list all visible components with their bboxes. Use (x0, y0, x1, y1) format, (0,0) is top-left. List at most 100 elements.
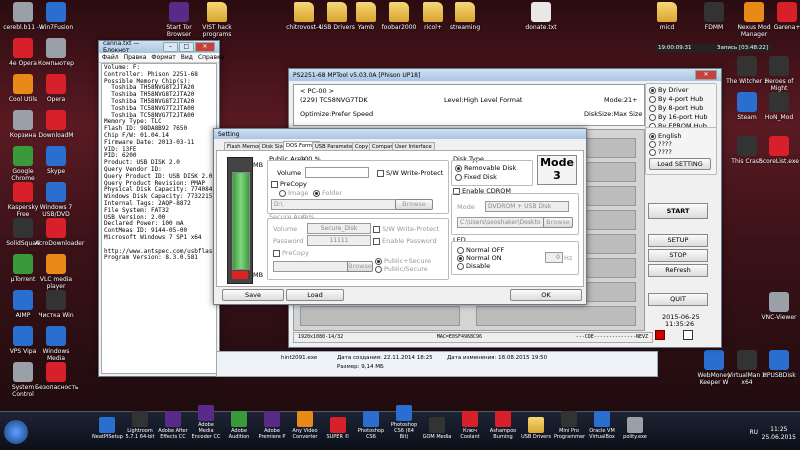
notepad-titlebar[interactable]: сanna.txt — Блокнот – □ ✕ (99, 40, 219, 54)
precopy-checkbox[interactable] (271, 180, 278, 188)
taskbar-app[interactable]: Lightroom 5.7.1 64-bit (125, 411, 155, 440)
desktop-icon[interactable]: Skype (35, 146, 77, 175)
led-normal-off-radio[interactable] (457, 246, 464, 254)
language-radio[interactable] (649, 140, 656, 148)
menu-item[interactable]: Вид (181, 53, 193, 62)
folder-radio[interactable] (313, 189, 320, 197)
desktop-icon[interactable]: Garena+ (766, 2, 800, 31)
secure-precopy-checkbox[interactable] (273, 249, 280, 257)
secure-sw-write-protect[interactable]: S/W Write-Protect (373, 225, 439, 233)
sw-write-protect[interactable]: S/W Write-Protect (377, 169, 443, 177)
menu-item[interactable]: Правка (124, 53, 147, 62)
taskbar-clock[interactable]: 11:25 25.06.2015 (762, 426, 796, 442)
start-orb-icon[interactable] (4, 420, 28, 444)
language-option[interactable]: English (649, 132, 681, 140)
folder-option[interactable]: Folder (313, 189, 342, 197)
precopy-path-input[interactable]: D:\ (271, 199, 397, 210)
language-option[interactable]: ???? (649, 140, 672, 148)
menu-item[interactable]: Формат (151, 53, 175, 62)
browse-button[interactable]: Browse (395, 199, 433, 210)
led-option-normal-on[interactable]: Normal ON (457, 254, 502, 262)
enable-password-checkbox[interactable] (373, 237, 380, 245)
image-option[interactable]: Image (279, 189, 308, 197)
language-indicator[interactable]: RU (749, 429, 758, 436)
language-option[interactable]: ???? (649, 148, 672, 156)
menu-item[interactable]: Файл (102, 53, 119, 62)
desktop-icon[interactable]: streaming (444, 2, 486, 31)
removable-option[interactable]: Removable Disk (455, 164, 516, 172)
led-disable-radio[interactable] (457, 262, 464, 270)
cdrom-mode-select[interactable]: DVDROM + USB Disk (485, 201, 569, 212)
save-button[interactable]: Save (222, 289, 284, 301)
led-hz-input[interactable]: 0 (545, 252, 563, 263)
public-secure-radio-1[interactable] (375, 257, 382, 265)
taskbar-app[interactable]: Photoshop CS6 (64 Bit) (389, 405, 419, 440)
taskbar-app[interactable]: Adobe Audition (224, 411, 254, 440)
start-button[interactable]: START (648, 203, 708, 219)
desktop-icon[interactable]: Windows 7 USB/DVD (35, 182, 77, 218)
ok-button[interactable]: OK (510, 289, 582, 301)
cdrom-browse-button[interactable]: Browse (543, 217, 573, 228)
taskbar-app[interactable]: Any Video Converter (290, 411, 320, 440)
desktop-icon[interactable]: Windows Media (35, 326, 77, 362)
hub-radio[interactable] (649, 95, 656, 103)
setting-titlebar[interactable]: Setting (214, 129, 586, 139)
load-button[interactable]: Load (286, 289, 344, 301)
taskbar-app[interactable]: NeatPISetup (92, 417, 123, 440)
taskbar-app[interactable]: USB Drivers (521, 417, 551, 440)
quit-button[interactable]: QUIT (648, 293, 708, 306)
desktop-icon[interactable]: AcroDownloader (35, 218, 84, 247)
stop-button[interactable]: STOP (648, 249, 708, 262)
desktop-icon[interactable]: VLC media player (35, 254, 77, 290)
public-secure-option-1[interactable]: Public+Secure (375, 257, 431, 265)
secure-volume-input[interactable]: Secure_Disk (307, 223, 371, 234)
taskbar-app[interactable]: SUPER © (323, 417, 353, 440)
maximize-icon[interactable]: □ (178, 42, 194, 52)
precopy-option[interactable]: PreCopy (271, 180, 307, 188)
desktop-icon[interactable]: Безопасность (35, 362, 79, 391)
desktop-icon[interactable]: VIST hack programs (196, 2, 238, 38)
taskbar-app[interactable]: Adobe After Effects CC (158, 411, 188, 440)
image-radio[interactable] (279, 189, 286, 197)
desktop-icon[interactable]: micd (646, 2, 688, 31)
close-icon[interactable]: ✕ (194, 42, 215, 52)
desktop-icon[interactable]: ScoreList.exe (758, 136, 800, 165)
secure-precopy-path[interactable] (273, 261, 351, 272)
led-option-normal-off[interactable]: Normal OFF (457, 246, 504, 254)
language-radio[interactable] (649, 132, 656, 140)
desktop-icon[interactable]: FDMM (693, 2, 735, 31)
desktop-icon[interactable]: HPUSBDisk (758, 350, 800, 379)
taskbar-app[interactable]: Oracle VM VirtualBox (587, 411, 617, 440)
desktop-icon[interactable]: Heroes of Might (758, 56, 800, 92)
password-input[interactable]: 11111 (307, 235, 371, 246)
refresh-button[interactable]: ReFresh (648, 264, 708, 277)
taskbar-app[interactable]: Adobe Media Encoder CC (191, 405, 221, 440)
desktop-icon[interactable]: Чистка Win (35, 290, 77, 319)
public-secure-radio-2[interactable] (375, 265, 382, 273)
hub-option[interactable]: By 8-port Hub (649, 104, 703, 112)
sw-write-protect-checkbox[interactable] (377, 169, 384, 177)
hub-radio[interactable] (649, 104, 656, 112)
taskbar-app[interactable]: Mini Pro Programmer (554, 411, 585, 440)
secure-browse-button[interactable]: Browse (347, 261, 373, 272)
desktop-icon[interactable]: Компьютер (35, 38, 77, 67)
desktop-icon[interactable]: Start Tor Browser (158, 2, 200, 38)
fixed-radio[interactable] (455, 173, 462, 181)
desktop-icon[interactable]: VNC-Viewer (758, 292, 800, 321)
setup-button[interactable]: SETUP (648, 234, 708, 247)
hub-option[interactable]: By 16-port Hub (649, 113, 708, 121)
volume-input[interactable] (305, 167, 369, 178)
desktop-icon[interactable]: HoN_Mod (758, 92, 800, 121)
secure-precopy[interactable]: PreCopy (273, 249, 309, 257)
mptool-titlebar[interactable]: PS2251-68 MPTool v5.03.0A [Phison UP18] … (289, 69, 721, 81)
fixed-option[interactable]: Fixed Disk (455, 173, 497, 181)
enable-password[interactable]: Enable Password (373, 237, 437, 245)
notepad-text-area[interactable]: Volume: F: Controller: Phison 2251-68 Po… (101, 63, 217, 374)
cdrom-path-input[interactable]: C:\Users\seoshaker\Deskto (457, 217, 545, 228)
led-option-disable[interactable]: Disable (457, 262, 490, 270)
taskbar-app[interactable]: polity.exe (620, 417, 650, 440)
taskbar-app[interactable]: Adobe Premiere P (257, 411, 287, 440)
led-normal-on-radio[interactable] (457, 254, 464, 262)
removable-radio[interactable] (455, 164, 462, 172)
public-secure-option-2[interactable]: Public/Secure (375, 265, 428, 273)
